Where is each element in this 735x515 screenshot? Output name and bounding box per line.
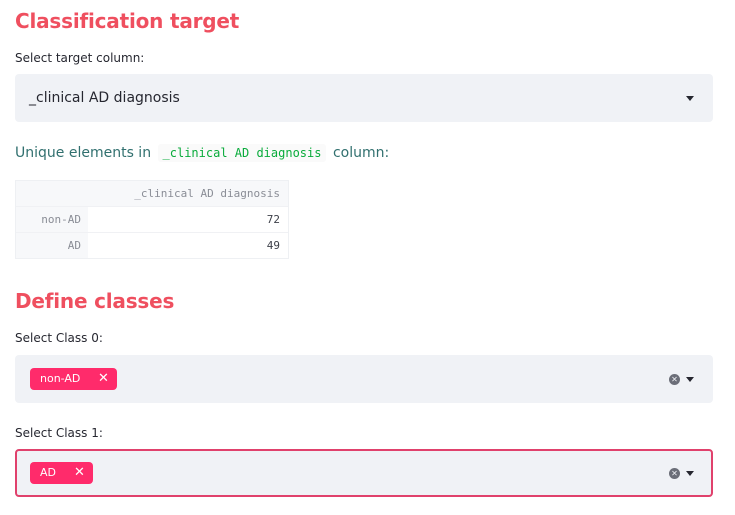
unique-elements-column-code: _clinical AD diagnosis xyxy=(157,144,327,162)
target-column-selected-value: _clinical AD diagnosis xyxy=(29,90,180,106)
class1-tag: AD ✕ xyxy=(30,462,93,484)
class0-tag-label: non-AD xyxy=(40,372,81,385)
unique-elements-prefix: Unique elements in xyxy=(15,145,152,161)
close-icon[interactable]: ✕ xyxy=(98,368,109,390)
table-header-row: _clinical AD diagnosis xyxy=(16,181,288,206)
table-row-value: 49 xyxy=(266,239,280,252)
classification-target-heading: Classification target xyxy=(15,9,240,33)
table-index-header xyxy=(16,181,88,206)
close-icon[interactable]: ✕ xyxy=(74,462,85,484)
table-row: AD 49 xyxy=(16,232,288,258)
page: Classification target Select target colu… xyxy=(0,0,735,515)
unique-elements-text: Unique elements in _clinical AD diagnosi… xyxy=(15,143,389,163)
chevron-down-icon[interactable] xyxy=(686,96,694,101)
class0-label: Select Class 0: xyxy=(15,331,103,345)
target-column-select[interactable]: _clinical AD diagnosis xyxy=(15,74,713,122)
table-row: non-AD 72 xyxy=(16,206,288,232)
chevron-down-icon[interactable] xyxy=(686,377,694,382)
clear-circle-icon[interactable]: ✕ xyxy=(669,468,680,479)
define-classes-heading: Define classes xyxy=(15,289,175,313)
chevron-down-icon[interactable] xyxy=(686,471,694,476)
class0-multiselect[interactable]: non-AD ✕ ✕ xyxy=(15,355,713,403)
class1-label: Select Class 1: xyxy=(15,426,103,440)
clear-circle-icon[interactable]: ✕ xyxy=(669,374,680,385)
unique-elements-table: _clinical AD diagnosis non-AD 72 AD 49 xyxy=(15,180,289,259)
table-row-index: AD xyxy=(16,233,88,258)
class0-tag: non-AD ✕ xyxy=(30,368,117,390)
table-row-value: 72 xyxy=(266,213,280,226)
unique-elements-suffix: column: xyxy=(332,145,390,161)
target-column-label: Select target column: xyxy=(15,51,145,65)
class1-tag-label: AD xyxy=(40,466,56,479)
class1-multiselect[interactable]: AD ✕ ✕ xyxy=(15,449,713,497)
table-column-header: _clinical AD diagnosis xyxy=(88,181,288,206)
table-row-index: non-AD xyxy=(16,207,88,232)
